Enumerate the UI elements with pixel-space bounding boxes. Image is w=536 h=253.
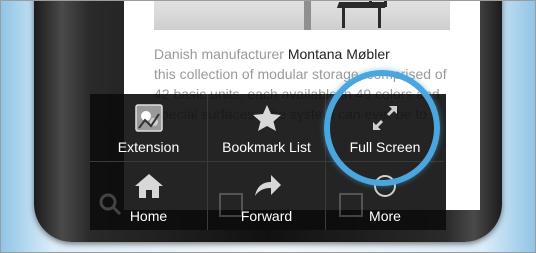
- image-frame: [0, 0, 536, 253]
- tutorial-illustration: Danish manufacturer Montana Møbler this c…: [0, 0, 536, 253]
